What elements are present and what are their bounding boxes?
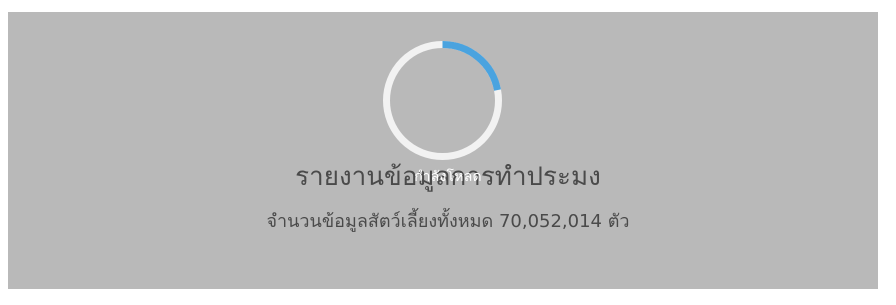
loading-label: กำลังโหลด: [414, 169, 482, 185]
report-subtitle: จำนวนข้อมูลสัตว์เลี้ยงทั้งหมด 70,052,014…: [266, 211, 630, 232]
spinner-svg: [383, 41, 502, 160]
loading-spinner-icon: [381, 39, 504, 162]
